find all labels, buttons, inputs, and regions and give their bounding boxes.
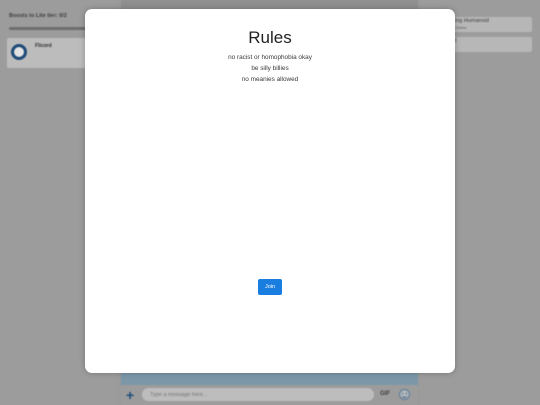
gif-button[interactable]: GIF [380, 391, 390, 397]
rule-item: no racist or homophobia okay [228, 54, 312, 61]
rules-list: no racist or homophobia okay be silly bi… [85, 52, 455, 85]
member-item[interactable]: t [445, 37, 532, 52]
member-name: t [455, 38, 457, 44]
add-attachment-button[interactable]: + [126, 388, 134, 402]
modal-title: Rules [248, 28, 292, 47]
emoji-icon[interactable] [399, 389, 410, 400]
boost-status-label: Boosts to Lite tier: 0/2 [9, 13, 67, 19]
server-avatar [11, 44, 27, 60]
rule-item: be silly billies [251, 65, 289, 72]
rule-item: no meanies allowed [241, 76, 299, 83]
member-status: Online [455, 25, 467, 30]
member-item[interactable]: ing Humanoid Online [445, 17, 532, 32]
message-input[interactable] [142, 388, 374, 401]
join-button[interactable]: Join [258, 279, 282, 295]
member-name: ing Humanoid [455, 18, 489, 24]
server-name: Flicord [35, 43, 52, 49]
rules-modal: Rules no racist or homophobia okay be si… [85, 9, 455, 373]
